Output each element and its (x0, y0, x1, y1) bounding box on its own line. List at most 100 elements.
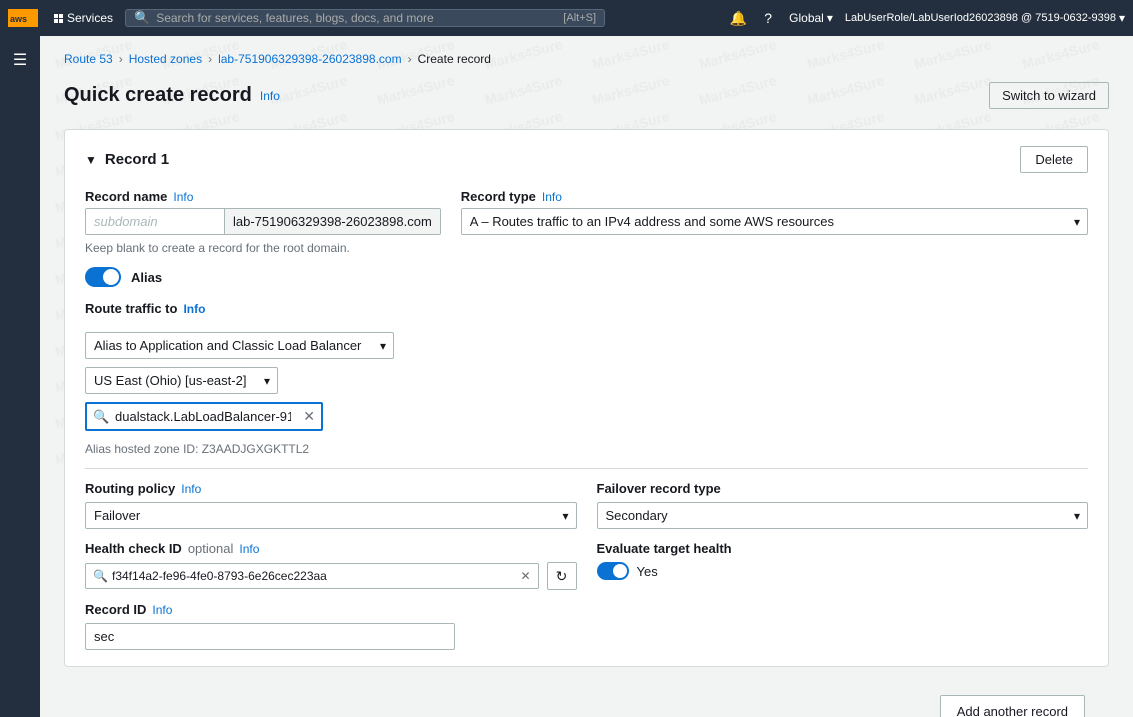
health-check-col: Health check ID optional Info 🔍 ✕ ↻ (85, 541, 577, 590)
evaluate-health-knob (613, 564, 627, 578)
record-type-info[interactable]: Info (542, 190, 562, 204)
record-name-group: Record name Info lab-751906329398-260238… (85, 189, 441, 255)
top-nav: aws Services 🔍 [Alt+S] 🔔 ? Global ▾ LabU… (0, 0, 1133, 36)
failover-type-select-wrapper: Secondary ▾ (597, 502, 1089, 529)
record-name-type-row: Record name Info lab-751906329398-260238… (85, 189, 1088, 255)
sidebar-toggle[interactable]: ☰ (7, 44, 33, 76)
notifications-icon[interactable]: 🔔 (729, 9, 747, 27)
divider-1 (85, 468, 1088, 469)
breadcrumb-sep-3: › (408, 52, 412, 66)
sidebar: ☰ (0, 36, 40, 717)
health-search-wrapper: 🔍 ✕ (85, 563, 539, 589)
page-info-link[interactable]: Info (260, 89, 280, 103)
account-label: LabUserRole/LabUserIod26023898 @ 7519-06… (845, 12, 1116, 24)
health-check-label: Health check ID optional Info (85, 541, 577, 556)
page-header: Quick create record Info Switch to wizar… (64, 82, 1109, 109)
region-wrapper: US East (Ohio) [us-east-2] ▾ (85, 367, 278, 394)
alias-toggle[interactable] (85, 267, 121, 287)
health-check-info[interactable]: Info (239, 542, 259, 556)
record-name-hint: Keep blank to create a record for the ro… (85, 241, 441, 255)
evaluate-target-health-label: Evaluate target health (597, 541, 1089, 556)
page-title-row: Quick create record Info (64, 84, 280, 107)
delete-button[interactable]: Delete (1020, 146, 1088, 173)
record-id-info[interactable]: Info (152, 603, 172, 617)
record-id-input[interactable] (85, 623, 455, 650)
load-balancer-type-wrapper: Alias to Application and Classic Load Ba… (85, 332, 394, 359)
load-balancer-type-select[interactable]: Alias to Application and Classic Load Ba… (85, 332, 394, 359)
evaluate-health-toggle[interactable] (597, 562, 629, 580)
page-title: Quick create record (64, 84, 252, 107)
breadcrumb-sep-1: › (119, 52, 123, 66)
help-icon[interactable]: ? (759, 9, 777, 27)
record-type-group: Record type Info A – Routes traffic to a… (461, 189, 1088, 235)
routing-policy-label: Routing policy Info (85, 481, 577, 496)
account-menu[interactable]: LabUserRole/LabUserIod26023898 @ 7519-06… (845, 11, 1125, 25)
lb-clear-icon[interactable]: ✕ (303, 408, 315, 425)
aws-logo: aws (8, 9, 38, 27)
breadcrumb-sep-2: › (208, 52, 212, 66)
refresh-button[interactable]: ↻ (547, 562, 577, 590)
health-check-row: Health check ID optional Info 🔍 ✕ ↻ (85, 541, 1088, 590)
domain-suffix: lab-751906329398-26023898.com (225, 208, 441, 235)
record-id-label: Record ID Info (85, 602, 1088, 617)
refresh-icon: ↻ (556, 568, 568, 585)
breadcrumb-current: Create record (418, 52, 491, 66)
routing-policy-info[interactable]: Info (181, 482, 201, 496)
lb-search-icon: 🔍 (93, 409, 109, 425)
grid-icon (54, 14, 63, 23)
global-search[interactable]: 🔍 [Alt+S] (125, 9, 605, 27)
record-title: Record 1 (105, 151, 169, 168)
record-name-info[interactable]: Info (173, 190, 193, 204)
routing-policy-row: Routing policy Info Failover ▾ Failover … (85, 481, 1088, 529)
search-shortcut: [Alt+S] (563, 12, 596, 24)
load-balancer-search-wrapper: 🔍 ✕ (85, 402, 323, 431)
alias-label: Alias (131, 270, 162, 285)
failover-record-type-col: Failover record type Secondary ▾ (597, 481, 1089, 529)
region-select[interactable]: US East (Ohio) [us-east-2] (85, 367, 278, 394)
route-traffic-row: Route traffic to Info Alias to Applicati… (85, 301, 1088, 456)
services-label: Services (67, 11, 113, 25)
region-chevron: ▾ (827, 11, 833, 25)
evaluate-target-health-col: Evaluate target health Yes (597, 541, 1089, 580)
record-header: ▼ Record 1 Delete (85, 146, 1088, 173)
services-button[interactable]: Services (50, 9, 117, 27)
record-collapse-icon[interactable]: ▼ (85, 153, 97, 167)
search-input[interactable] (156, 11, 557, 25)
record-type-label: Record type Info (461, 189, 1088, 204)
routing-policy-col: Routing policy Info Failover ▾ (85, 481, 577, 529)
load-balancer-input[interactable] (85, 402, 323, 431)
record-name-input-group: lab-751906329398-26023898.com (85, 208, 441, 235)
content-area: (function() { const container = document… (40, 36, 1133, 717)
add-another-record-button[interactable]: Add another record (940, 695, 1085, 717)
breadcrumb-route53[interactable]: Route 53 (64, 52, 113, 66)
aws-logo-box: aws (8, 9, 38, 27)
health-input-group: 🔍 ✕ ↻ (85, 562, 577, 590)
alias-toggle-knob (103, 269, 119, 285)
evaluate-toggle-row: Yes (597, 562, 1089, 580)
breadcrumb: Route 53 › Hosted zones › lab-7519063293… (64, 52, 1109, 66)
svg-text:aws: aws (10, 14, 27, 24)
main-wrapper: ☰ (function() { const container = docume… (0, 36, 1133, 717)
search-icon: 🔍 (134, 10, 150, 26)
record-id-section: Record ID Info (85, 602, 1088, 650)
subdomain-input[interactable] (85, 208, 225, 235)
region-selector[interactable]: Global ▾ (789, 11, 833, 25)
record-card: ▼ Record 1 Delete Record name Info lab-7… (64, 129, 1109, 667)
route-traffic-label: Route traffic to Info (85, 301, 205, 316)
nav-right: 🔔 ? Global ▾ LabUserRole/LabUserIod26023… (729, 9, 1125, 27)
routing-policy-select[interactable]: Failover (85, 502, 577, 529)
account-chevron: ▾ (1119, 11, 1125, 25)
breadcrumb-hosted-zones[interactable]: Hosted zones (129, 52, 202, 66)
alias-hosted-zone-id: Alias hosted zone ID: Z3AADJGXGKTTL2 (85, 442, 309, 456)
failover-record-type-label: Failover record type (597, 481, 1089, 496)
route-traffic-info[interactable]: Info (183, 302, 205, 316)
health-clear-icon[interactable]: ✕ (520, 569, 530, 583)
failover-type-select[interactable]: Secondary (597, 502, 1089, 529)
health-check-input[interactable] (85, 563, 539, 589)
record-title-row: ▼ Record 1 (85, 151, 169, 168)
region-label: Global (789, 11, 824, 25)
toggle-yes-row: Yes (597, 562, 1089, 580)
switch-wizard-button[interactable]: Switch to wizard (989, 82, 1109, 109)
breadcrumb-domain[interactable]: lab-751906329398-26023898.com (218, 52, 402, 66)
record-type-select[interactable]: A – Routes traffic to an IPv4 address an… (461, 208, 1088, 235)
